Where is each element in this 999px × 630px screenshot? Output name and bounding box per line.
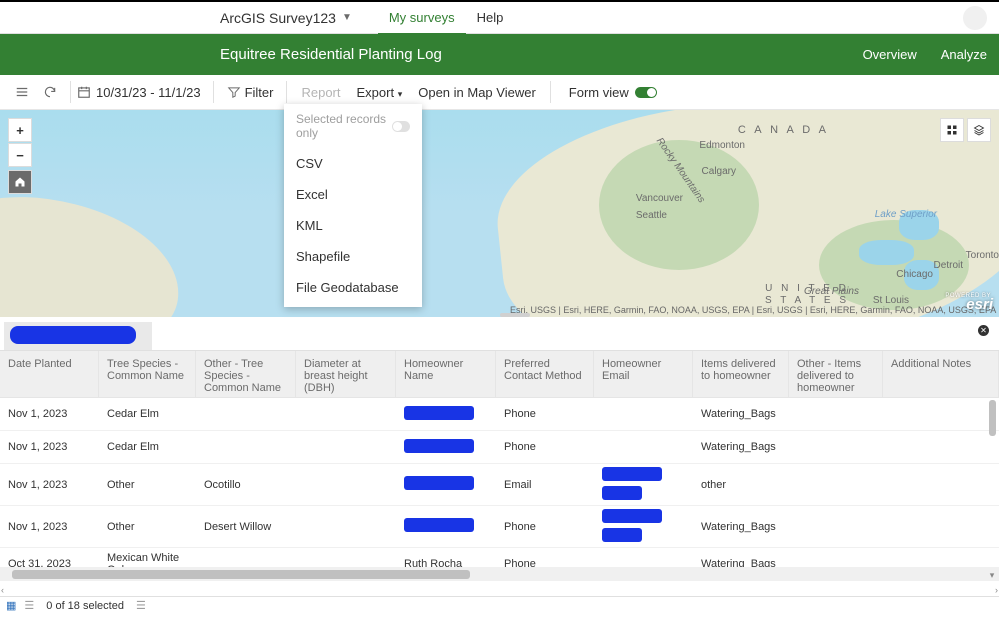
- caret-down-icon: ▾: [398, 89, 403, 99]
- top-bar: ArcGIS Survey123 ▼ My surveys Help: [0, 0, 999, 34]
- app-title: ArcGIS Survey123: [220, 10, 336, 26]
- date-range-text: 10/31/23 - 11/1/23: [96, 85, 201, 100]
- date-range-picker[interactable]: 10/31/23 - 11/1/23: [77, 85, 201, 100]
- filter-icon: [227, 85, 241, 99]
- export-selected-only-label: Selected records only: [296, 112, 392, 140]
- col-homeowner-email[interactable]: Homeowner Email: [594, 351, 693, 397]
- table-header-row: Date Planted Tree Species - Common Name …: [0, 351, 999, 398]
- col-tree-species[interactable]: Tree Species - Common Name: [99, 351, 196, 397]
- col-dbh[interactable]: Diameter at breast height (DBH): [296, 351, 396, 397]
- layer-tab[interactable]: [4, 322, 152, 350]
- survey-title: Equitree Residential Planting Log: [220, 46, 442, 63]
- table-row[interactable]: Nov 1, 2023OtherDesert WillowPhoneWateri…: [0, 506, 999, 548]
- vertical-scrollbar[interactable]: [987, 398, 998, 498]
- report-button[interactable]: Report: [293, 85, 348, 100]
- basemap-gallery-button[interactable]: [940, 118, 964, 142]
- overview-link[interactable]: Overview: [851, 47, 929, 62]
- zoom-in-button[interactable]: +: [8, 118, 32, 142]
- export-kml[interactable]: KML: [284, 210, 422, 241]
- redacted-layer-name: [10, 326, 136, 344]
- table-row[interactable]: Oct 31, 2023Mexican White OakRuth RochaP…: [0, 548, 999, 567]
- map-label-edmonton: Edmonton: [699, 140, 745, 151]
- form-view-toggle[interactable]: [635, 87, 657, 98]
- status-bar: ▦ ☰ 0 of 18 selected ☰: [0, 596, 999, 614]
- export-fgdb[interactable]: File Geodatabase: [284, 272, 422, 303]
- data-table-panel: ✕ Date Planted Tree Species - Common Nam…: [0, 317, 999, 596]
- home-extent-button[interactable]: [8, 170, 32, 194]
- col-additional-notes[interactable]: Additional Notes: [883, 351, 999, 397]
- table-view-icon[interactable]: ▦: [6, 599, 16, 612]
- map-label-calgary: Calgary: [702, 166, 736, 177]
- map-attribution: Esri, USGS | Esri, HERE, Garmin, FAO, NO…: [510, 305, 996, 315]
- col-other-species[interactable]: Other - Tree Species - Common Name: [196, 351, 296, 397]
- user-avatar-icon[interactable]: [963, 6, 987, 30]
- calendar-icon: [77, 85, 91, 99]
- col-contact-method[interactable]: Preferred Contact Method: [496, 351, 594, 397]
- options-icon[interactable]: ☰: [136, 599, 146, 612]
- app-switch-caret-icon[interactable]: ▼: [342, 12, 352, 23]
- export-csv[interactable]: CSV: [284, 148, 422, 179]
- map-view[interactable]: C A N A D A U N I T E DS T A T E S Great…: [0, 110, 999, 317]
- filter-button[interactable]: Filter: [220, 80, 281, 105]
- map-label-seattle: Seattle: [636, 210, 667, 221]
- table-tab-bar: ✕: [0, 317, 999, 351]
- export-selected-only-toggle[interactable]: [392, 121, 410, 132]
- col-other-items[interactable]: Other - Items delivered to homeowner: [789, 351, 883, 397]
- open-in-map-viewer-button[interactable]: Open in Map Viewer: [410, 85, 544, 100]
- table-row[interactable]: Nov 1, 2023OtherOcotilloEmailother: [0, 464, 999, 506]
- horizontal-scrollbar[interactable]: ‹ ›: [0, 567, 999, 581]
- data-toolbar: 10/31/23 - 11/1/23 Filter Report Export …: [0, 75, 999, 110]
- col-date-planted[interactable]: Date Planted: [0, 351, 99, 397]
- table-row[interactable]: Nov 1, 2023Cedar ElmPhoneWatering_Bags: [0, 398, 999, 431]
- zoom-out-button[interactable]: −: [8, 143, 32, 167]
- map-label-lake-superior: Lake Superior: [875, 209, 937, 220]
- list-view-icon[interactable]: ☰: [24, 599, 34, 612]
- map-label-canada: C A N A D A: [738, 124, 829, 136]
- table-body: Nov 1, 2023Cedar ElmPhoneWatering_BagsNo…: [0, 398, 999, 567]
- esri-logo: esri: [966, 296, 993, 313]
- export-button[interactable]: Export ▾: [349, 85, 411, 100]
- survey-header-bar: Equitree Residential Planting Log Overvi…: [0, 34, 999, 75]
- export-dropdown: Selected records only CSV Excel KML Shap…: [284, 104, 422, 307]
- export-shapefile[interactable]: Shapefile: [284, 241, 422, 272]
- map-label-chicago: Chicago: [896, 269, 933, 280]
- analyze-link[interactable]: Analyze: [929, 47, 999, 62]
- map-label-great-plains: Great Plains: [804, 286, 859, 297]
- menu-icon[interactable]: [8, 80, 36, 104]
- col-homeowner-name[interactable]: Homeowner Name: [396, 351, 496, 397]
- export-excel[interactable]: Excel: [284, 179, 422, 210]
- map-label-toronto: Toronto: [966, 250, 999, 261]
- table-row[interactable]: Nov 1, 2023Cedar ElmPhoneWatering_Bags: [0, 431, 999, 464]
- map-label-vancouver: Vancouver: [636, 193, 683, 204]
- col-items-delivered[interactable]: Items delivered to homeowner: [693, 351, 789, 397]
- close-panel-button[interactable]: ✕: [978, 325, 989, 336]
- map-label-detroit: Detroit: [934, 260, 963, 271]
- refresh-icon[interactable]: [36, 80, 64, 104]
- form-view-label: Form view: [569, 85, 629, 100]
- tab-my-surveys[interactable]: My surveys: [378, 1, 466, 35]
- selection-count: 0 of 18 selected: [46, 600, 124, 612]
- tab-help[interactable]: Help: [466, 1, 515, 35]
- layers-button[interactable]: [967, 118, 991, 142]
